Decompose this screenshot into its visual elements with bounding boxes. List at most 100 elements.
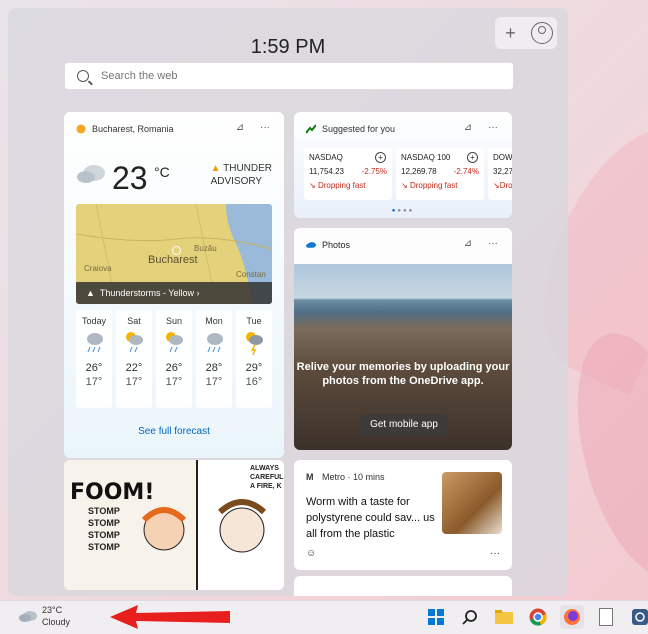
chrome-icon[interactable]: [526, 605, 550, 629]
weather-app-icon: [76, 124, 86, 134]
add-widget-button[interactable]: +: [495, 23, 526, 44]
weather-card[interactable]: Bucharest, Romania ⊿ ··· 23 °C ▲ THUNDER…: [64, 112, 284, 458]
stocks-card[interactable]: Suggested for you ⊿ ··· NASDAQ + 11,754.…: [294, 112, 512, 218]
more-icon[interactable]: ···: [488, 122, 498, 133]
current-temperature: 23: [112, 160, 148, 196]
news-headline[interactable]: Worm with a taste for polystyrene could …: [306, 494, 436, 542]
comic-character: [141, 507, 187, 551]
day-low: 17°: [125, 376, 143, 388]
day-high: 29°: [245, 362, 263, 374]
temperature-unit: °C: [154, 164, 170, 180]
day-high: 26°: [85, 362, 103, 374]
add-icon[interactable]: +: [375, 152, 386, 163]
forecast-day[interactable]: Tue 29° 16°: [236, 310, 272, 408]
card-actions: ⊿ ···: [236, 122, 270, 133]
taskbar-apps: [424, 605, 648, 629]
day-low: 17°: [85, 376, 103, 388]
more-icon[interactable]: ···: [488, 238, 498, 249]
stock-status: Dropping fast: [317, 181, 366, 190]
day-low: 17°: [205, 376, 223, 388]
day-name: Mon: [205, 316, 223, 326]
get-mobile-app-button[interactable]: Get mobile app: [360, 414, 448, 436]
taskbar-weather-temp: 23°C: [42, 605, 63, 615]
trend-icon: [306, 124, 316, 134]
more-icon[interactable]: ···: [490, 548, 500, 559]
next-card[interactable]: [294, 576, 512, 596]
onedrive-icon: [306, 242, 316, 248]
add-icon[interactable]: +: [467, 152, 478, 163]
page-indicator[interactable]: ●●●●: [294, 208, 512, 214]
warning-icon: ▲: [86, 288, 100, 298]
pin-icon[interactable]: ⊿: [464, 238, 472, 249]
news-card[interactable]: M Metro · 10 mins Worm with a taste for …: [294, 460, 512, 570]
news-header: M Metro · 10 mins: [306, 472, 385, 482]
firefox-icon[interactable]: [560, 605, 584, 629]
day-high: 22°: [125, 362, 143, 374]
stock-status: Dropping fast: [409, 181, 458, 190]
annotation-arrow-icon: [110, 605, 230, 629]
windows-start-icon[interactable]: [424, 605, 448, 629]
notepad-icon[interactable]: [594, 605, 618, 629]
search-input[interactable]: [99, 69, 483, 83]
stock-status: Dro: [499, 181, 512, 190]
map-label: Craiova: [84, 264, 112, 273]
day-high: 26°: [165, 362, 183, 374]
stock-tile[interactable]: NASDAQ 100 + 12,269.78 -2.74% ↘ Dropping …: [396, 148, 484, 200]
photos-message: Relive your memories by uploading your p…: [296, 361, 510, 387]
stock-change: -2.74%: [453, 167, 479, 176]
photos-header: Photos: [306, 240, 350, 250]
stock-symbol: DOW: [493, 153, 512, 162]
pin-icon[interactable]: ⊿: [236, 122, 244, 133]
stock-value: 11,754.23: [309, 167, 344, 176]
alert-line2: ADVISORY: [210, 176, 263, 187]
news-actions: ☺ ···: [306, 548, 500, 559]
widgets-panel: 1:59 PM + Bucharest, Romania ⊿ ··· 23 °C…: [8, 8, 568, 596]
see-full-forecast-link[interactable]: See full forecast: [64, 426, 284, 437]
forecast-day[interactable]: Mon 28° 17°: [196, 310, 232, 408]
map-label: Buzău: [194, 244, 217, 253]
forecast-day[interactable]: Sun 26° 17°: [156, 310, 192, 408]
forecast-day[interactable]: Today 26° 17°: [76, 310, 112, 408]
weather-location: Bucharest, Romania: [92, 124, 174, 134]
taskbar-weather-widget[interactable]: 23°C Cloudy: [18, 604, 70, 628]
photos-card[interactable]: Photos ⊿ ··· Relive your memories by upl…: [294, 228, 512, 450]
news-thumbnail[interactable]: [442, 472, 502, 534]
daily-forecast: Today 26° 17° Sat 22° 17° Sun 26° 17° Mo…: [76, 310, 272, 408]
stock-tile[interactable]: NASDAQ + 11,754.23 -2.75% ↘ Dropping fast: [304, 148, 392, 200]
more-icon[interactable]: ···: [260, 122, 270, 133]
day-name: Today: [81, 316, 107, 326]
map-city: Bucharest: [148, 254, 198, 266]
stock-value: 32,27: [493, 167, 512, 176]
arrow-down-icon: ↘: [401, 181, 410, 190]
search-icon[interactable]: [458, 605, 482, 629]
map-alert-bar[interactable]: ▲ Thunderstorms - Yellow ›: [76, 282, 272, 304]
search-bar[interactable]: [64, 62, 514, 90]
account-button[interactable]: [526, 22, 557, 44]
comic-card[interactable]: FOOM! STOMP STOMP STOMP STOMP ALWAYS CAR…: [64, 460, 284, 590]
weather-map[interactable]: Buzău Craiova Constan Bucharest ▲ Thunde…: [76, 204, 272, 304]
reaction-icon[interactable]: ☺: [306, 548, 316, 559]
taskbar-weather-desc: Cloudy: [42, 617, 71, 627]
file-explorer-icon[interactable]: [492, 605, 516, 629]
sun-rain-icon: [126, 332, 143, 353]
pin-icon[interactable]: ⊿: [464, 122, 472, 133]
stocks-header: Suggested for you: [306, 124, 395, 134]
warning-icon: ▲: [210, 163, 221, 174]
taskbar: 23°C Cloudy: [0, 600, 648, 634]
stock-change: -2.75%: [361, 167, 387, 176]
comic-stomp-text: STOMP: [88, 530, 120, 540]
stocks-title: Suggested for you: [322, 124, 396, 134]
thunder-icon: [246, 332, 263, 356]
comic-panel: FOOM! STOMP STOMP STOMP STOMP: [64, 460, 198, 590]
stock-tile[interactable]: DOW 32,27 ↘Dro: [488, 148, 512, 200]
app-icon[interactable]: [628, 605, 648, 629]
clock: 1:59 PM: [250, 36, 326, 58]
day-high: 28°: [205, 362, 223, 374]
rain-cloud-icon: [207, 333, 223, 353]
alert-line1: THUNDER: [223, 163, 272, 174]
arrow-down-icon: ↘: [309, 181, 318, 190]
day-low: 17°: [165, 376, 183, 388]
search-icon: [77, 70, 89, 82]
weather-alert[interactable]: ▲ THUNDER ADVISORY: [211, 162, 272, 188]
forecast-day[interactable]: Sat 22° 17°: [116, 310, 152, 408]
